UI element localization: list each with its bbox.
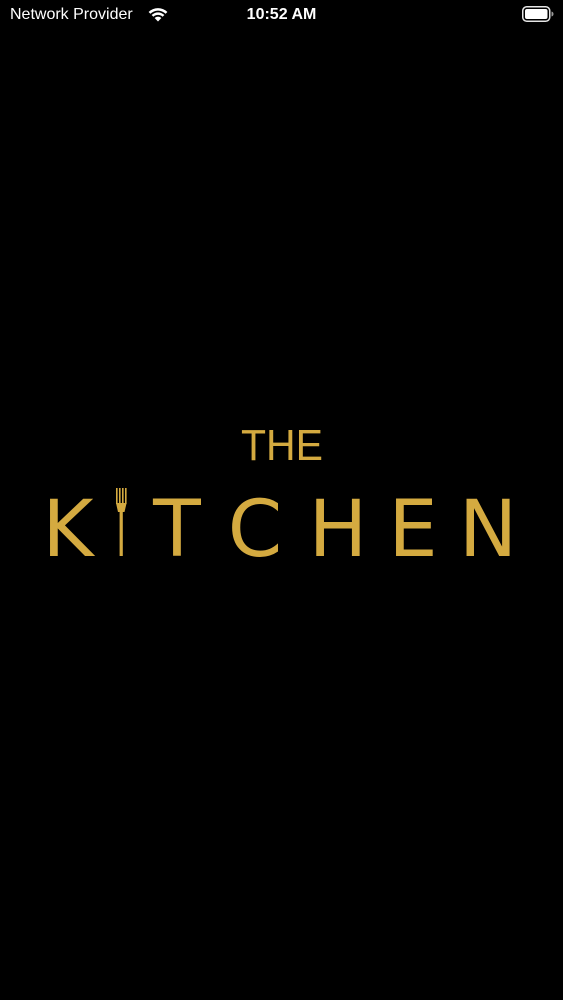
logo-letter-h: H [309, 485, 368, 575]
fork-icon [116, 488, 127, 556]
logo-letter-n: N [459, 485, 517, 575]
app-logo: THE K T C H E N [42, 421, 517, 575]
logo-letter-c: C [228, 485, 282, 575]
logo-word-the: THE [241, 421, 323, 470]
logo-letter-t: T [152, 485, 201, 575]
logo-letter-k: K [42, 485, 95, 575]
logo-letter-e: E [388, 485, 437, 575]
